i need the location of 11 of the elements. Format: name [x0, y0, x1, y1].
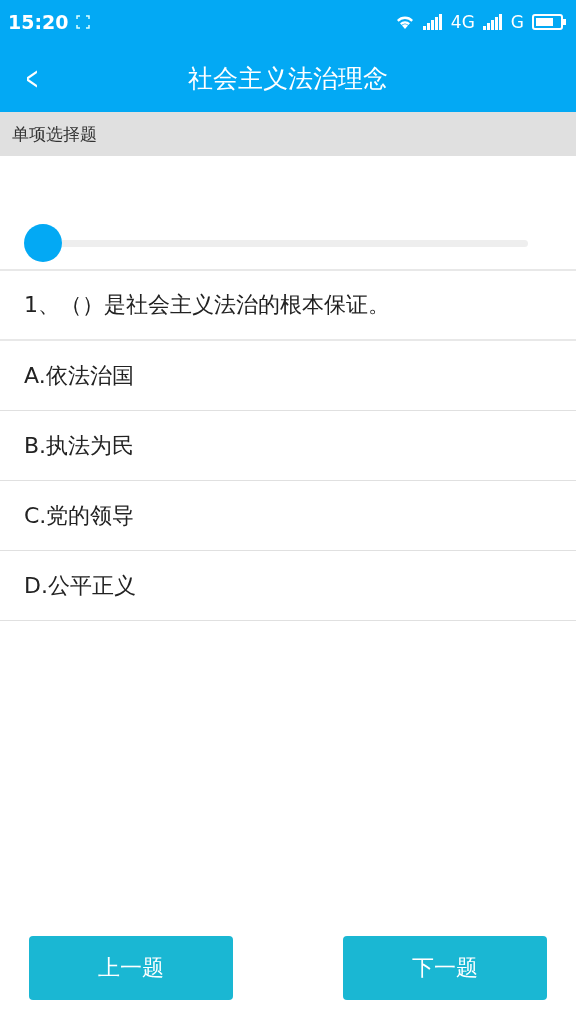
network-type: 4G	[450, 12, 475, 32]
wifi-icon	[394, 14, 415, 30]
battery-icon	[532, 14, 566, 30]
clock-time: 15:20	[8, 11, 69, 33]
signal-icon	[422, 14, 443, 30]
screenshot-icon	[76, 15, 91, 29]
question-type-label: 单项选择题	[12, 122, 97, 146]
progress-thumb[interactable]	[24, 224, 62, 262]
signal-icon	[482, 14, 503, 30]
page-title: 社会主义法治理念	[188, 62, 388, 95]
network-type: G	[510, 12, 524, 32]
